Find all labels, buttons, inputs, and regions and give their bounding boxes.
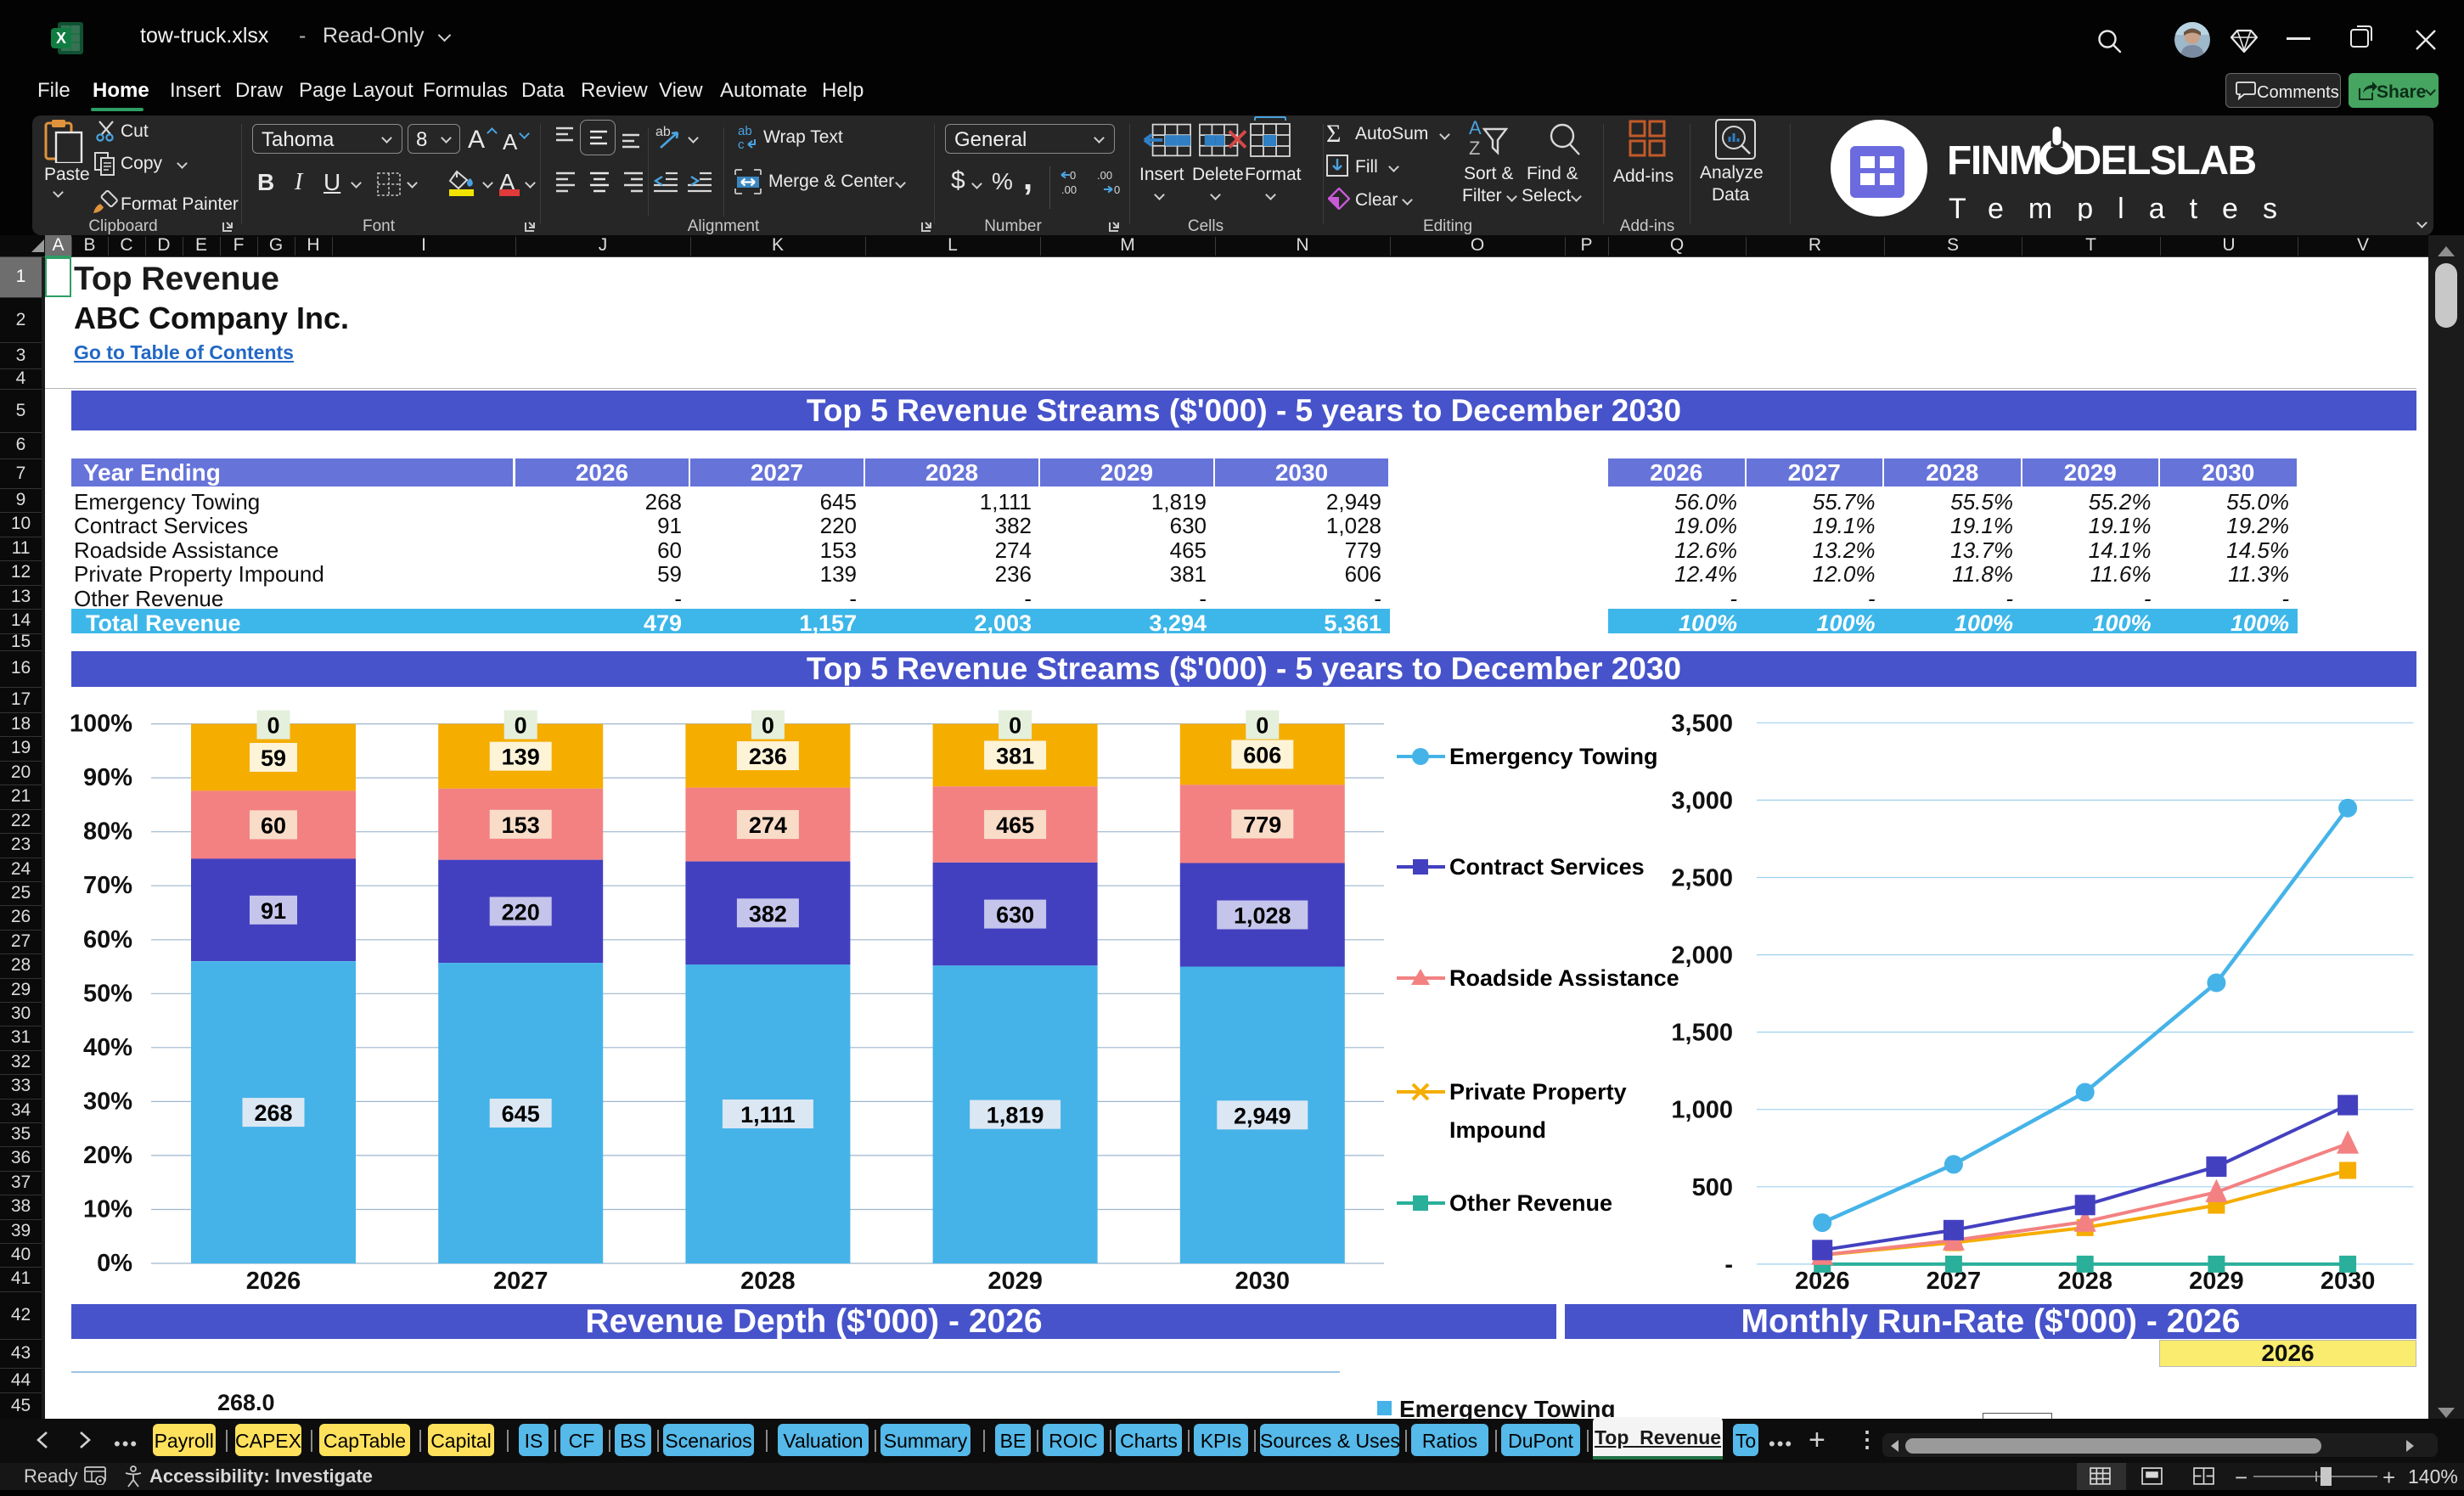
svg-text:-: - — [1724, 1251, 1733, 1279]
svg-text:Roadside Assistance: Roadside Assistance — [1449, 965, 1679, 991]
svg-text:0%: 0% — [97, 1250, 132, 1277]
svg-text:10%: 10% — [83, 1196, 132, 1223]
svg-text:2,949: 2,949 — [1234, 1103, 1291, 1128]
svg-text:ab: ab — [738, 124, 752, 138]
svg-text:50%: 50% — [83, 980, 132, 1007]
svg-text:Z: Z — [1469, 138, 1480, 156]
svg-text:ab: ab — [655, 125, 671, 139]
svg-text:153: 153 — [502, 813, 540, 838]
svg-text:0: 0 — [267, 713, 279, 739]
svg-text:40%: 40% — [83, 1034, 132, 1061]
svg-text:90%: 90% — [83, 764, 132, 791]
svg-text:606: 606 — [1243, 743, 1281, 768]
svg-text:60%: 60% — [83, 926, 132, 953]
svg-text:c: c — [738, 138, 745, 151]
svg-text:Private Property: Private Property — [1449, 1079, 1627, 1105]
svg-text:Emergency Towing: Emergency Towing — [1449, 744, 1658, 769]
svg-text:220: 220 — [502, 899, 540, 925]
svg-text:0: 0 — [515, 713, 527, 739]
svg-text:100%: 100% — [70, 711, 132, 738]
svg-text:20%: 20% — [83, 1142, 132, 1169]
svg-text:2028: 2028 — [740, 1268, 796, 1295]
svg-text:30%: 30% — [83, 1088, 132, 1115]
svg-text:2030: 2030 — [1235, 1268, 1291, 1295]
svg-text:0: 0 — [1114, 183, 1120, 196]
svg-text:.00: .00 — [1061, 183, 1077, 196]
svg-text:0: 0 — [762, 713, 774, 739]
svg-text:70%: 70% — [83, 872, 132, 899]
svg-text:0: 0 — [1070, 169, 1076, 182]
svg-text:Contract Services: Contract Services — [1449, 854, 1645, 880]
svg-text:0: 0 — [1009, 713, 1021, 739]
svg-text:Templates: Templates — [1949, 193, 2302, 221]
svg-text:1,028: 1,028 — [1234, 903, 1291, 929]
svg-text:2026: 2026 — [246, 1268, 301, 1295]
svg-text:382: 382 — [749, 901, 787, 926]
svg-text:779: 779 — [1243, 813, 1281, 838]
svg-text:381: 381 — [996, 744, 1034, 769]
svg-text:268: 268 — [254, 1100, 292, 1126]
svg-text:2,500: 2,500 — [1671, 865, 1733, 892]
svg-text:1,111: 1,111 — [740, 1102, 796, 1128]
svg-text:0: 0 — [1256, 713, 1269, 739]
svg-text:.00: .00 — [1097, 169, 1112, 182]
svg-text:1,000: 1,000 — [1671, 1097, 1733, 1124]
svg-text:274: 274 — [749, 813, 787, 838]
svg-text:59: 59 — [261, 745, 286, 771]
svg-text:FINM: FINM — [1947, 138, 2041, 183]
svg-text:60: 60 — [261, 813, 286, 838]
svg-text:X: X — [56, 30, 66, 47]
svg-text:3,000: 3,000 — [1671, 787, 1733, 814]
svg-text:630: 630 — [996, 903, 1034, 928]
svg-text:Other Revenue: Other Revenue — [1449, 1190, 1612, 1216]
svg-text:A: A — [1469, 117, 1482, 138]
svg-text:1,819: 1,819 — [987, 1103, 1044, 1128]
svg-text:2,000: 2,000 — [1671, 942, 1733, 970]
svg-text:1,500: 1,500 — [1671, 1020, 1733, 1047]
svg-text:465: 465 — [996, 813, 1034, 838]
svg-text:DELSLAB: DELSLAB — [2073, 138, 2256, 183]
svg-text:80%: 80% — [83, 818, 132, 846]
svg-text:645: 645 — [502, 1101, 540, 1127]
svg-text:236: 236 — [749, 744, 787, 769]
svg-text:2027: 2027 — [493, 1268, 548, 1295]
svg-text:Impound: Impound — [1449, 1117, 1546, 1143]
svg-text:91: 91 — [261, 898, 286, 924]
svg-text:2029: 2029 — [987, 1268, 1043, 1295]
svg-text:3,500: 3,500 — [1671, 710, 1733, 737]
svg-text:139: 139 — [502, 745, 540, 770]
svg-text:500: 500 — [1692, 1174, 1733, 1201]
